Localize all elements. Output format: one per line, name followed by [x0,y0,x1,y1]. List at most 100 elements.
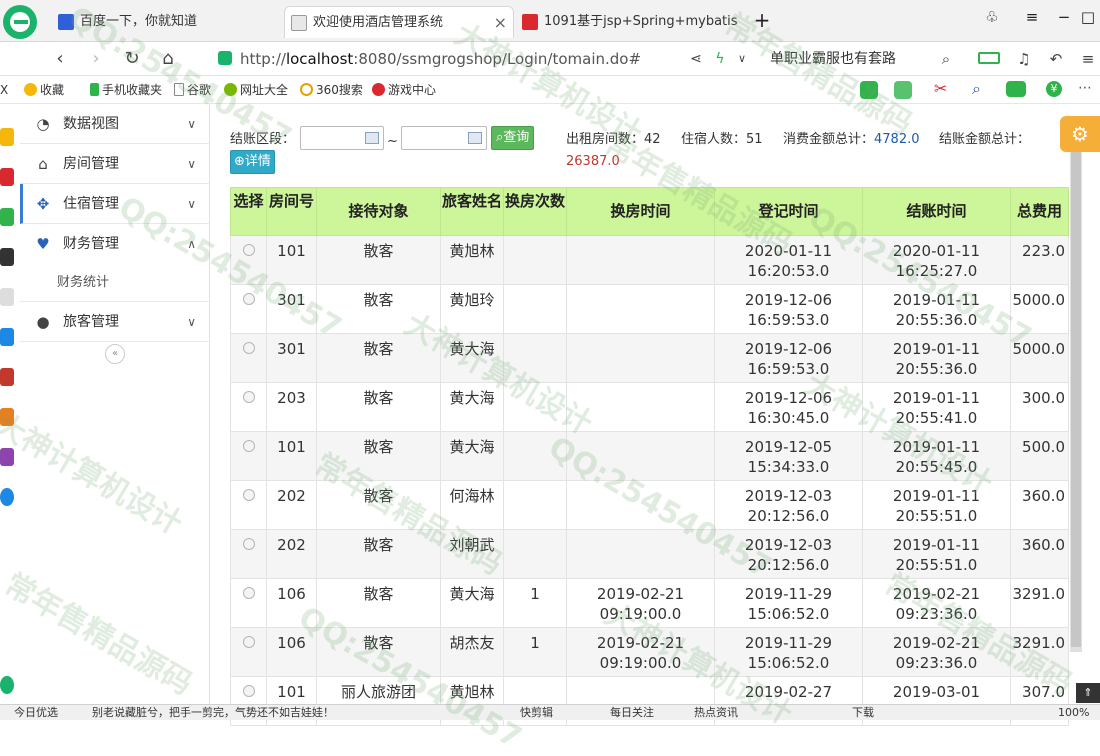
tab-hotel-system[interactable]: 欢迎使用酒店管理系统 × [284,6,514,38]
extension-green-icon[interactable] [860,81,878,99]
strip-game1-icon[interactable] [0,368,14,386]
vertical-scrollbar[interactable] [1070,152,1082,652]
row-select-cell[interactable] [230,333,267,383]
scrollbar-thumb[interactable] [1071,152,1081,647]
cell-change-time: 2019-02-21 09:19:00.0 [566,578,715,628]
table-row[interactable]: 203 散客 黄大海 2019-12-06 16:30:45.0 2019-01-11 20… [230,382,1069,432]
tab-baidu[interactable]: 百度一下，你就知道 [58,6,280,38]
status-item-hot-news[interactable]: 热点资讯 [694,705,738,720]
close-tab-icon[interactable]: × [494,7,507,38]
back-to-top-icon[interactable]: ⇑ [1076,683,1100,703]
row-select-cell[interactable] [230,431,267,481]
url-dropdown-icon[interactable]: ∨ [730,48,754,70]
row-radio[interactable] [242,440,255,452]
strip-game3-icon[interactable] [0,448,14,466]
home-icon[interactable]: ⌂ [156,48,180,70]
table-row[interactable]: 101 散客 黄大海 2019-12-05 15:34:33.0 2019-01-11 20… [230,431,1069,481]
row-radio[interactable] [242,293,255,305]
row-radio[interactable] [242,391,255,403]
search-icon[interactable]: ⌕ [934,48,958,70]
status-today-pick[interactable]: 今日优选 [14,705,58,720]
toolbar-more-icon[interactable]: ⋯ [1078,80,1092,96]
strip-chat-icon[interactable] [0,328,14,346]
strip-game2-icon[interactable] [0,408,14,426]
row-radio[interactable] [242,244,255,256]
status-zoom[interactable]: 100% [1058,705,1089,720]
tab-jsp-spring[interactable]: 1091基于jsp+Spring+mybatis [522,6,742,38]
query-button[interactable]: ⌕查询 [491,126,535,150]
strip-add-icon[interactable] [0,676,14,694]
bookmark-games[interactable]: 游戏中心 [372,82,436,98]
row-select-cell[interactable] [230,480,267,530]
strip-weibo-icon[interactable] [0,168,14,186]
table-row[interactable]: 106 散客 黄大海 1 2019-02-21 09:19:00.0 2019-11-29 1… [230,578,1069,628]
sidebar-item-finance-mgmt[interactable]: ♥ 财务管理 ∧ [20,224,210,264]
row-radio[interactable] [242,342,255,354]
forward-icon[interactable]: › [84,48,108,70]
reload-icon[interactable]: ↻ [120,48,144,70]
maximize-icon[interactable]: □ [1076,8,1100,26]
settings-gear-icon[interactable]: ⚙ [1060,116,1100,152]
magnifier-icon[interactable]: ⌕ [972,79,981,99]
headphone-icon[interactable]: ♫ [1012,48,1036,70]
strip-green-icon[interactable] [0,208,14,226]
browser-logo-icon[interactable] [0,2,42,42]
row-radio[interactable] [242,587,255,599]
yen-icon[interactable]: ¥ [1046,81,1062,97]
table-row[interactable]: 301 散客 黄旭玲 2019-12-06 16:59:53.0 2019-01-11 20… [230,284,1069,334]
scissors-icon[interactable]: ✂ [934,79,947,98]
translate-icon[interactable] [894,81,912,99]
more-menu-icon[interactable]: ≡ [1076,48,1100,70]
undo-icon[interactable]: ↶ [1044,48,1068,70]
row-select-cell[interactable] [230,578,267,628]
strip-doc-icon[interactable] [0,288,14,306]
sidebar-item-stay-mgmt[interactable]: ✥ 住宿管理 ∨ [20,184,210,224]
row-select-cell[interactable] [230,382,267,432]
bookmark-favorites[interactable]: 收藏 [24,82,64,98]
detail-button[interactable]: ⊕详情 [230,150,275,174]
row-select-cell[interactable] [230,529,267,579]
table-row[interactable]: 106 散客 胡杰友 1 2019-02-21 09:19:00.0 2019-11-29 1… [230,627,1069,677]
row-radio[interactable] [242,685,255,697]
lightning-icon[interactable]: ϟ [708,48,732,70]
gamepad-icon[interactable] [1006,81,1026,97]
start-date-input[interactable] [300,126,384,150]
calendar-icon[interactable] [365,132,379,144]
minimize-icon[interactable]: − [1052,8,1076,26]
row-radio[interactable] [242,636,255,648]
table-row[interactable]: 202 散客 刘朝武 2019-12-03 20:12:56.0 2019-01-11 20… [230,529,1069,579]
row-radio[interactable] [242,489,255,501]
new-tab-icon[interactable]: + [750,8,774,32]
bookmark-hao123[interactable]: 网址大全 [224,82,288,98]
cell-date: 2019-01-11 [892,536,981,554]
row-select-cell[interactable] [230,235,267,285]
status-item-quick-edit[interactable]: 快剪辑 [520,705,553,720]
end-date-input[interactable] [401,126,487,150]
row-select-cell[interactable] [230,627,267,677]
sidebar-item-room-mgmt[interactable]: ⌂ 房间管理 ∨ [20,144,210,184]
sidebar-subitem-finance-stats[interactable]: 财务统计 [20,264,210,302]
calendar-icon[interactable] [468,132,482,144]
sidebar-item-guest-mgmt[interactable]: ● 旅客管理 ∨ [20,302,210,342]
collapse-sidebar-button[interactable]: « [105,344,125,364]
row-radio[interactable] [242,538,255,550]
sidebar-item-data-view[interactable]: ◔ 数据视图 ∨ [20,104,210,144]
row-select-cell[interactable] [230,284,267,334]
battery-icon[interactable] [978,52,1000,64]
strip-star-icon[interactable] [0,128,14,146]
status-item-download[interactable]: 下载 [852,705,874,720]
table-row[interactable]: 101 散客 黄旭林 2020-01-11 16:20:53.0 2020-01-11 16… [230,235,1069,285]
strip-blue-icon[interactable] [0,488,14,506]
table-row[interactable]: 301 散客 黄大海 2019-12-06 16:59:53.0 2019-01-11 20… [230,333,1069,383]
bookmark-mobile[interactable]: 手机收藏夹 [90,82,162,98]
skin-icon[interactable]: ♧ [980,8,1004,26]
back-icon[interactable]: ‹ [48,48,72,70]
strip-app-icon[interactable] [0,248,14,266]
status-news-ticker[interactable]: 别老说藏脏兮，把手一剪完，气势还不如吉娃娃！ [92,705,334,720]
status-item-daily-focus[interactable]: 每日关注 [610,705,654,720]
table-row[interactable]: 202 散客 何海林 2019-12-03 20:12:56.0 2019-01-11 20… [230,480,1069,530]
bookmark-google[interactable]: 谷歌 [174,82,211,98]
share-icon[interactable]: ⋖ [684,48,708,70]
menu-icon[interactable]: ≡ [1020,8,1044,26]
bookmark-360search[interactable]: 360搜索 [300,82,363,98]
